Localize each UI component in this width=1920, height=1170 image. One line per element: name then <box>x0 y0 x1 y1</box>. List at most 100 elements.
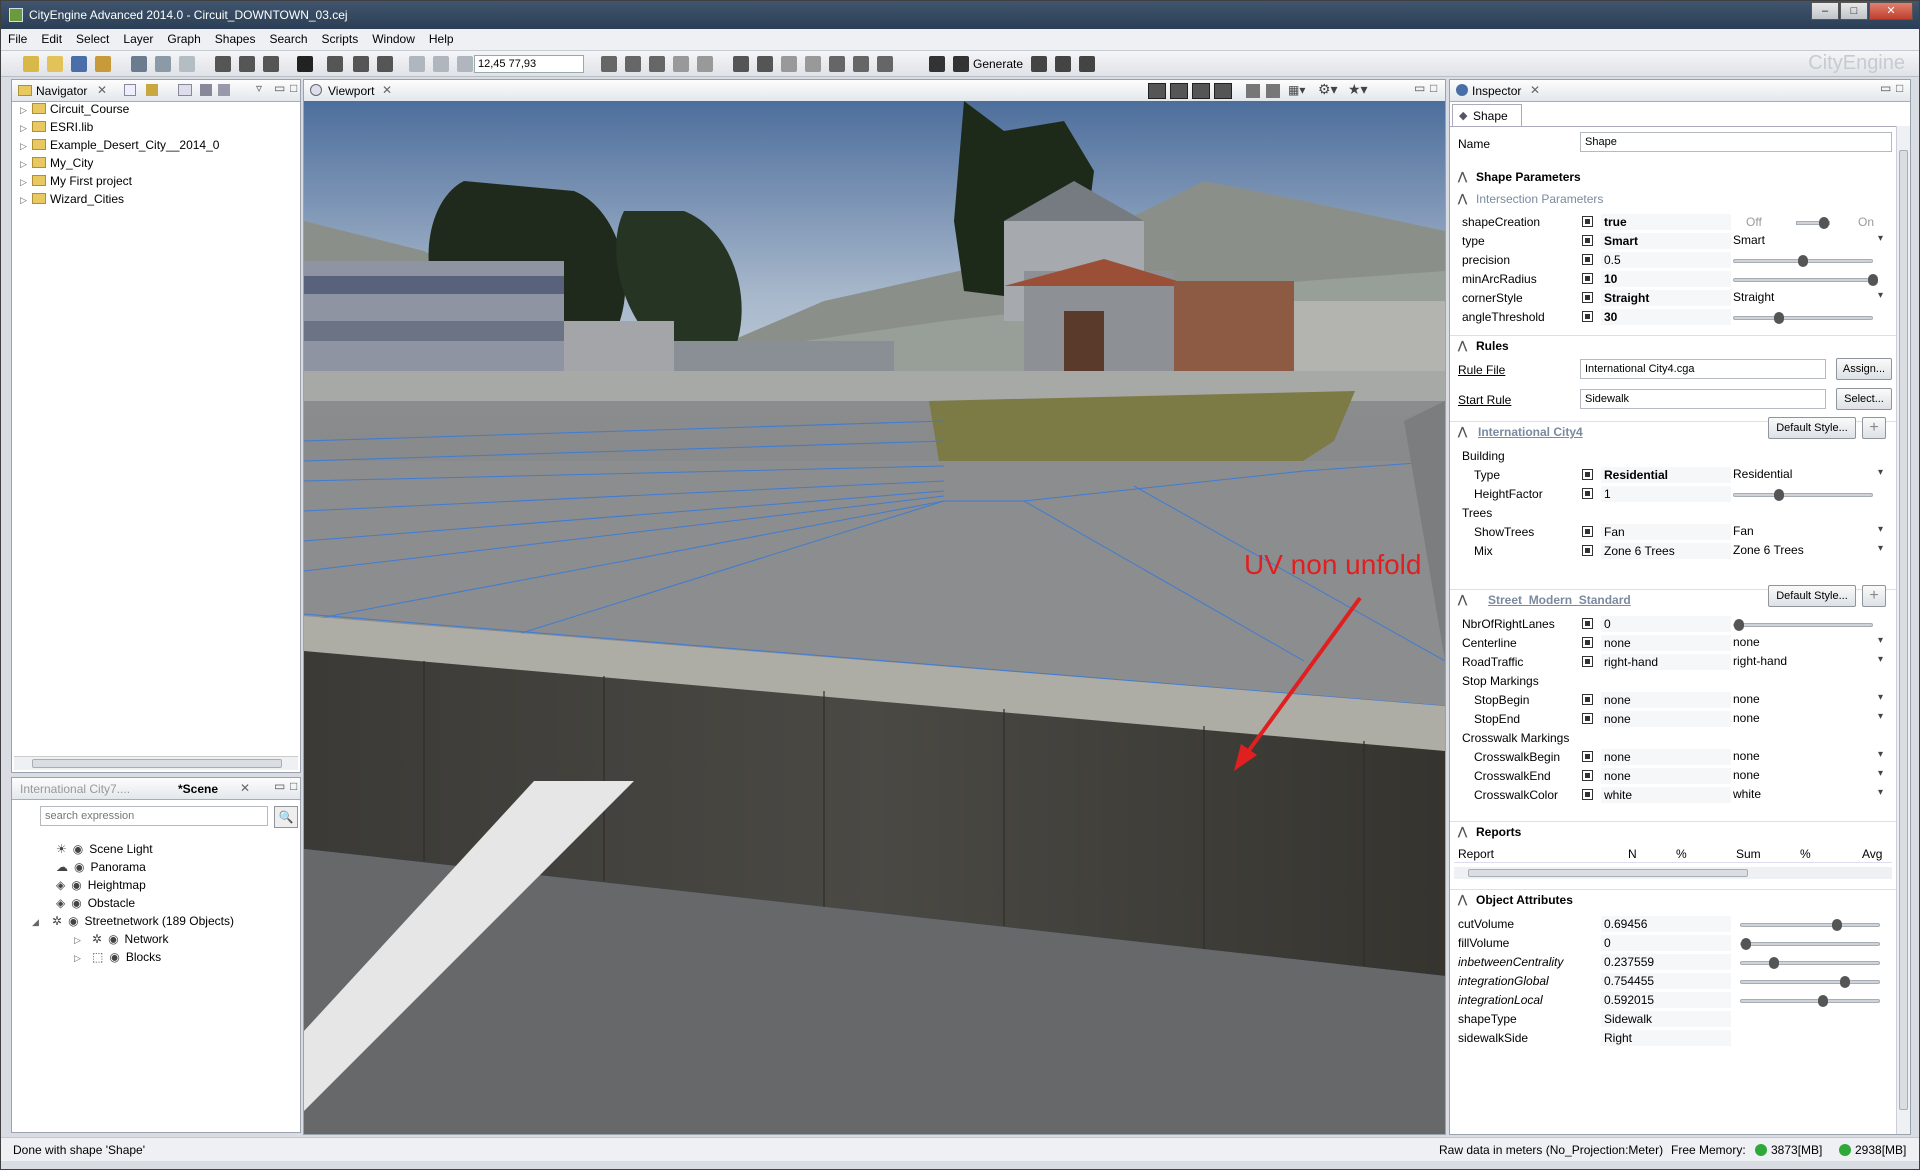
link-editor-icon[interactable] <box>146 84 158 96</box>
attribute-value[interactable]: 0.69456 <box>1601 916 1731 932</box>
maximize-view-icon[interactable]: □ <box>1896 81 1903 95</box>
close-icon[interactable]: ✕ <box>1530 83 1540 97</box>
scrollbar-thumb[interactable] <box>1468 869 1748 877</box>
param-value[interactable]: Fan <box>1601 524 1731 540</box>
source-toggle-icon[interactable] <box>1582 637 1593 648</box>
frame-icon[interactable] <box>353 56 369 72</box>
menu-search[interactable]: Search <box>262 29 314 49</box>
tab-scene[interactable]: *Scene <box>178 782 218 796</box>
cornerstyle-dropdown[interactable]: Straight <box>1733 290 1883 304</box>
navigate-icon[interactable] <box>327 56 343 72</box>
paste-icon[interactable] <box>179 56 195 72</box>
menu-file[interactable]: File <box>1 29 34 49</box>
layer-item[interactable]: ☀ ◉ Scene Light <box>56 842 153 856</box>
clean-models-icon[interactable] <box>1079 56 1095 72</box>
slider-knob[interactable] <box>1840 976 1850 988</box>
collapse-all-icon[interactable] <box>124 84 136 96</box>
expand-icon[interactable]: ▷ <box>20 105 28 116</box>
type-dropdown[interactable]: Smart <box>1733 233 1883 247</box>
regenerate-icon[interactable] <box>1031 56 1047 72</box>
zoom-icon[interactable] <box>377 56 393 72</box>
collapse-icon[interactable]: ⋀ <box>1458 192 1467 205</box>
expand-icon[interactable]: ▷ <box>20 195 28 206</box>
menu-select[interactable]: Select <box>69 29 116 49</box>
attribute-slider[interactable] <box>1740 995 1880 1007</box>
generate-models-icon[interactable] <box>953 56 969 72</box>
collapse-icon[interactable]: ⋀ <box>1458 593 1467 606</box>
slider-knob[interactable] <box>1774 489 1785 501</box>
tree-view-icon[interactable] <box>178 84 192 96</box>
crosswalkend-dropdown[interactable]: none <box>1733 768 1883 782</box>
attribute-slider[interactable] <box>1740 919 1880 931</box>
shape-split-icon[interactable] <box>781 56 797 72</box>
attribute-value[interactable]: 0.592015 <box>1601 992 1731 1008</box>
close-icon[interactable]: ✕ <box>240 781 250 795</box>
add-style-icon[interactable]: + <box>1862 417 1886 439</box>
intersection-parameters-header[interactable]: ⋀ Intersection Parameters <box>1450 189 1896 209</box>
attribute-value[interactable]: 0 <box>1601 935 1731 951</box>
layer-item[interactable]: ▷ ⬚ ◉ Blocks <box>74 950 161 964</box>
attribute-value[interactable]: Right <box>1601 1030 1731 1046</box>
source-toggle-icon[interactable] <box>1582 751 1593 762</box>
source-toggle-icon[interactable] <box>1582 713 1593 724</box>
expand-icon[interactable]: ▷ <box>20 141 28 152</box>
attribute-slider[interactable] <box>1740 938 1880 950</box>
project-item[interactable]: ▷ Wizard_Cities <box>20 192 124 206</box>
crosswalkcolor-dropdown[interactable]: white <box>1733 787 1883 801</box>
measure-icon[interactable] <box>409 56 425 72</box>
street-align-icon[interactable] <box>697 56 713 72</box>
shape-subdivide-icon[interactable] <box>829 56 845 72</box>
street-edit-icon[interactable] <box>649 56 665 72</box>
slider-knob[interactable] <box>1774 312 1785 324</box>
toggle-slider[interactable] <box>1796 217 1830 229</box>
project-item[interactable]: ▷ Circuit_Course <box>20 102 129 116</box>
eye-icon[interactable]: ◉ <box>108 932 118 946</box>
camera-icon[interactable] <box>1246 84 1260 98</box>
shape-create-icon[interactable] <box>733 56 749 72</box>
view-menu-icon[interactable]: ▿ <box>256 81 262 95</box>
street-grow-icon[interactable] <box>625 56 641 72</box>
tab-shape[interactable]: ◆ Shape <box>1452 104 1522 126</box>
new-icon[interactable] <box>23 56 39 72</box>
source-toggle-icon[interactable] <box>1582 216 1593 227</box>
default-style-button[interactable]: Default Style... <box>1768 585 1856 607</box>
source-toggle-icon[interactable] <box>1582 469 1593 480</box>
source-toggle-icon[interactable] <box>1582 545 1593 556</box>
param-value[interactable]: 0.5 <box>1601 252 1731 268</box>
name-input[interactable]: Shape <box>1580 132 1892 152</box>
slider-knob[interactable] <box>1831 919 1842 931</box>
menu-help[interactable]: Help <box>422 29 461 49</box>
minimize-view-icon[interactable]: ▭ <box>274 81 285 95</box>
project-item[interactable]: ▷ Example_Desert_City__2014_0 <box>20 138 219 152</box>
shading-icon[interactable] <box>1170 83 1188 99</box>
source-toggle-icon[interactable] <box>1582 526 1593 537</box>
export-icon[interactable] <box>95 56 111 72</box>
scene-search-input[interactable]: search expression <box>40 806 268 826</box>
project-item[interactable]: ▷ My_City <box>20 156 93 170</box>
param-value[interactable]: Smart <box>1601 233 1731 249</box>
tab-viewport[interactable]: Viewport <box>328 84 374 98</box>
layer-item-streetnetwork[interactable]: ◢ ✲ ◉ Streetnetwork (189 Objects) <box>32 914 234 928</box>
minimize-button[interactable]: – <box>1811 2 1839 20</box>
project-item[interactable]: ▷ My First project <box>20 174 132 188</box>
slider-knob[interactable] <box>1817 995 1828 1007</box>
expand-icon[interactable]: ▷ <box>20 177 28 188</box>
source-toggle-icon[interactable] <box>1582 235 1593 246</box>
param-value[interactable]: none <box>1601 692 1731 708</box>
mix-dropdown[interactable]: Zone 6 Trees <box>1733 543 1883 557</box>
expand-icon[interactable]: ▷ <box>74 953 88 964</box>
slider-knob[interactable] <box>1798 255 1808 267</box>
height-icon[interactable] <box>433 56 449 72</box>
expand-icon[interactable]: ▷ <box>20 123 28 134</box>
assign-button[interactable]: Assign... <box>1836 358 1892 380</box>
cut-icon[interactable] <box>131 56 147 72</box>
param-value[interactable]: Straight <box>1601 290 1731 306</box>
horizontal-scrollbar[interactable] <box>14 756 298 770</box>
start-rule-input[interactable]: Sidewalk <box>1580 389 1826 409</box>
shape-merge-icon[interactable] <box>805 56 821 72</box>
rule-file-link[interactable]: Rule File <box>1458 363 1505 377</box>
layer-item[interactable]: ◈ ◉ Obstacle <box>56 896 135 910</box>
maximize-view-icon[interactable]: □ <box>290 81 297 95</box>
shape-delete-icon[interactable] <box>877 56 893 72</box>
source-toggle-icon[interactable] <box>1582 618 1593 629</box>
